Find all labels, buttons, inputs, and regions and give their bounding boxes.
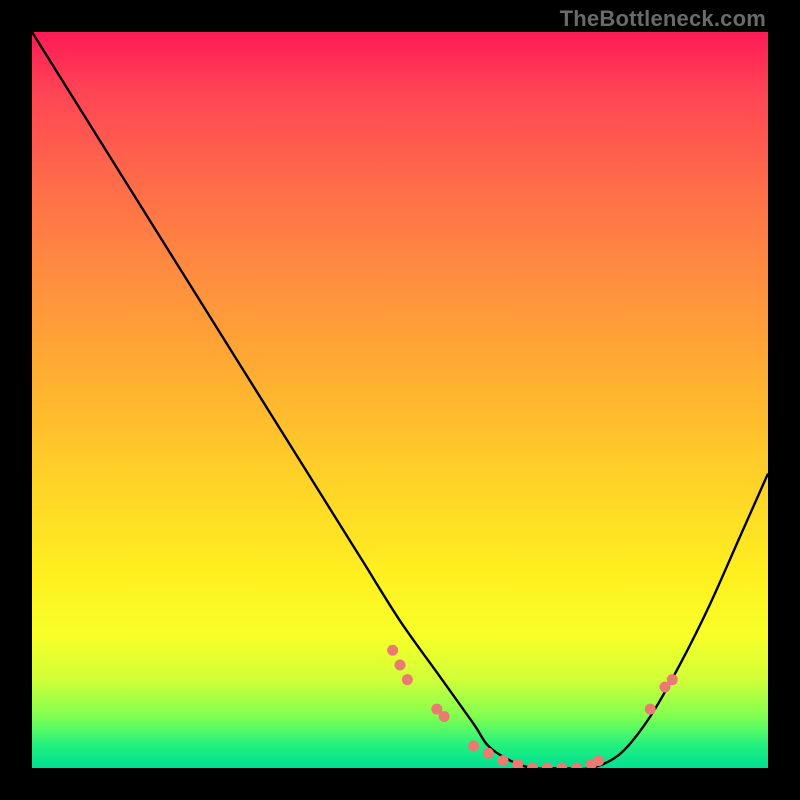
- data-marker: [387, 645, 398, 656]
- data-marker: [468, 740, 479, 751]
- watermark-text: TheBottleneck.com: [560, 6, 766, 32]
- data-marker: [571, 763, 582, 769]
- data-marker: [439, 711, 450, 722]
- data-marker: [556, 763, 567, 769]
- data-marker: [667, 674, 678, 685]
- curve-group: [32, 32, 768, 768]
- data-marker: [483, 748, 494, 759]
- data-marker: [402, 674, 413, 685]
- bottleneck-curve: [32, 32, 768, 768]
- data-marker: [498, 755, 509, 766]
- chart-svg: [32, 32, 768, 768]
- data-marker: [645, 704, 656, 715]
- data-marker: [512, 759, 523, 768]
- chart-frame: TheBottleneck.com: [0, 0, 800, 800]
- data-marker: [527, 763, 538, 769]
- data-marker: [593, 755, 604, 766]
- plot-area: [32, 32, 768, 768]
- data-marker: [542, 763, 553, 769]
- data-marker: [395, 659, 406, 670]
